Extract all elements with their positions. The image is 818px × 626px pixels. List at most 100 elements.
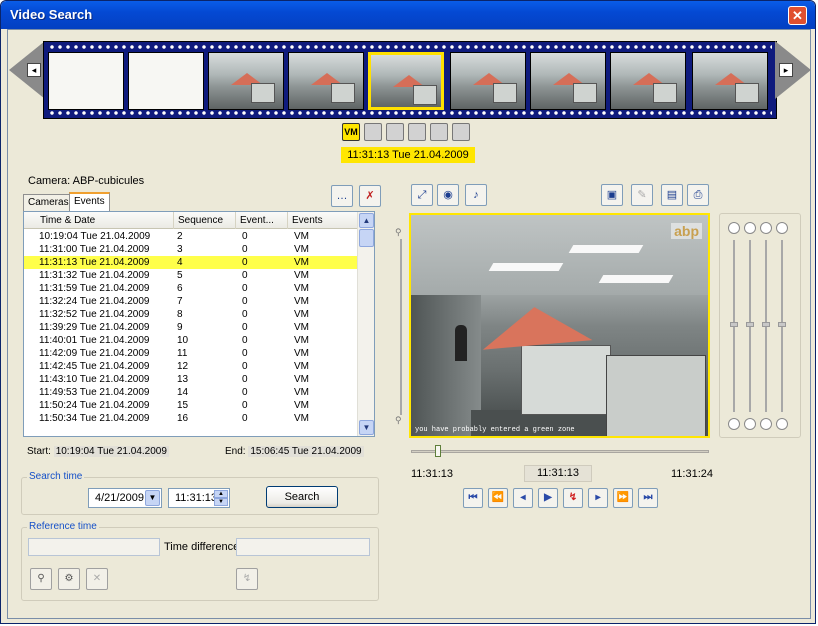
hue-reset-icon[interactable] bbox=[776, 418, 788, 430]
frame-thumbnail[interactable] bbox=[450, 52, 526, 110]
reference-time-legend: Reference time bbox=[27, 521, 99, 532]
column-event[interactable]: Event... bbox=[236, 212, 288, 229]
table-row[interactable]: 11:31:59 Tue 21.04.2009 6 0 VM bbox=[24, 282, 358, 295]
close-icon[interactable]: ✕ bbox=[788, 6, 807, 25]
save-icon[interactable]: ▤ bbox=[661, 184, 683, 206]
frame-thumbnail-selected[interactable] bbox=[368, 52, 444, 110]
timeline-thumb[interactable] bbox=[435, 445, 441, 457]
spin-up-icon[interactable]: ▲ bbox=[214, 490, 228, 498]
fast-rewind-icon[interactable]: ⏪ bbox=[488, 488, 508, 508]
table-row[interactable]: 11:50:34 Tue 21.04.2009 16 0 VM bbox=[24, 412, 358, 425]
table-row[interactable]: 11:43:10 Tue 21.04.2009 13 0 VM bbox=[24, 373, 358, 386]
brightness-reset-icon[interactable] bbox=[728, 418, 740, 430]
record-icon[interactable]: ↯ bbox=[563, 488, 583, 508]
prev-frame-button[interactable]: ◂ bbox=[9, 41, 45, 99]
fullscreen-icon[interactable]: ⤢ bbox=[411, 184, 433, 206]
time-spinner[interactable]: 11:31:13 ▲ ▼ bbox=[168, 488, 230, 508]
table-cell: VM bbox=[294, 361, 309, 372]
frame-thumbnail[interactable] bbox=[128, 52, 204, 110]
next-frame-button[interactable]: ▸ bbox=[775, 41, 811, 99]
step-back-icon[interactable]: ◂ bbox=[513, 488, 533, 508]
spin-down-icon[interactable]: ▼ bbox=[214, 498, 228, 506]
table-cell: 0 bbox=[242, 257, 248, 268]
last-frame-icon[interactable]: ⏭ bbox=[638, 488, 658, 508]
time-difference-field[interactable] bbox=[236, 538, 370, 556]
edit-icon[interactable]: ✎ bbox=[631, 184, 653, 206]
saturation-thumb[interactable] bbox=[762, 322, 770, 327]
channel-slot[interactable] bbox=[386, 123, 404, 141]
scroll-thumb[interactable] bbox=[359, 229, 374, 247]
play-icon[interactable]: ▶ bbox=[538, 488, 558, 508]
table-row[interactable]: 11:50:24 Tue 21.04.2009 15 0 VM bbox=[24, 399, 358, 412]
end-value: 15:06:45 Tue 21.04.2009 bbox=[248, 446, 364, 457]
tab-events[interactable]: Events bbox=[69, 192, 110, 212]
scroll-up-icon[interactable]: ▲ bbox=[359, 213, 374, 228]
channel-slot[interactable] bbox=[452, 123, 470, 141]
table-row[interactable]: 11:40:01 Tue 21.04.2009 10 0 VM bbox=[24, 334, 358, 347]
zoom-icon[interactable]: ◉ bbox=[437, 184, 459, 206]
contrast-reset-icon[interactable] bbox=[744, 418, 756, 430]
table-row[interactable]: 11:42:09 Tue 21.04.2009 11 0 VM bbox=[24, 347, 358, 360]
channel-slot[interactable] bbox=[408, 123, 426, 141]
zoom-slider[interactable]: ⚲ ⚲ bbox=[395, 227, 407, 427]
search-button[interactable]: Search bbox=[266, 486, 338, 508]
set-reference-icon[interactable]: ⚲ bbox=[30, 568, 52, 590]
table-row[interactable]: 11:31:32 Tue 21.04.2009 5 0 VM bbox=[24, 269, 358, 282]
channel-slot[interactable] bbox=[364, 123, 382, 141]
clear-reference-icon[interactable]: ✕ bbox=[86, 568, 108, 590]
more-button[interactable]: … bbox=[331, 185, 353, 207]
frame-thumbnail[interactable] bbox=[48, 52, 124, 110]
first-frame-icon[interactable]: ⏮ bbox=[463, 488, 483, 508]
table-row-selected[interactable]: 11:31:13 Tue 21.04.2009 4 0 VM bbox=[24, 256, 358, 269]
timeline-slider[interactable] bbox=[411, 445, 709, 457]
channel-slot[interactable] bbox=[430, 123, 448, 141]
table-row[interactable]: 11:39:29 Tue 21.04.2009 9 0 VM bbox=[24, 321, 358, 334]
frame-thumbnail[interactable] bbox=[610, 52, 686, 110]
frame-thumbnail[interactable] bbox=[692, 52, 768, 110]
frame-thumbnail[interactable] bbox=[208, 52, 284, 110]
print-icon[interactable]: ⎙ bbox=[687, 184, 709, 206]
brightness-thumb[interactable] bbox=[730, 322, 738, 327]
frame-thumbnail[interactable] bbox=[530, 52, 606, 110]
channel-vm[interactable]: VM bbox=[342, 123, 360, 141]
table-row[interactable]: 11:32:24 Tue 21.04.2009 7 0 VM bbox=[24, 295, 358, 308]
table-cell: 11:31:00 Tue 21.04.2009 bbox=[39, 244, 150, 255]
column-events[interactable]: Events bbox=[288, 212, 358, 229]
reference-time-field[interactable] bbox=[28, 538, 160, 556]
table-row[interactable]: 11:49:53 Tue 21.04.2009 14 0 VM bbox=[24, 386, 358, 399]
zoom-in-icon: ⚲ bbox=[395, 227, 402, 237]
frame-thumbnail[interactable] bbox=[288, 52, 364, 110]
table-cell: 0 bbox=[242, 270, 248, 281]
settings-icon[interactable]: ⚙ bbox=[58, 568, 80, 590]
chevron-down-icon[interactable]: ▼ bbox=[145, 490, 160, 506]
table-cell: 11:42:09 Tue 21.04.2009 bbox=[39, 348, 150, 359]
clear-filter-icon[interactable]: ✗ bbox=[359, 185, 381, 207]
tab-cameras[interactable]: Cameras bbox=[23, 194, 74, 212]
events-scrollbar[interactable]: ▲ ▼ bbox=[357, 212, 374, 436]
speaker-icon[interactable]: ♪ bbox=[465, 184, 487, 206]
spinner-buttons[interactable]: ▲ ▼ bbox=[214, 490, 228, 506]
table-row[interactable]: 11:42:45 Tue 21.04.2009 12 0 VM bbox=[24, 360, 358, 373]
go-to-reference-icon[interactable]: ↯ bbox=[236, 568, 258, 590]
fast-forward-icon[interactable]: ⏩ bbox=[613, 488, 633, 508]
image-adjust-panel bbox=[719, 213, 801, 438]
step-forward-icon[interactable]: ▸ bbox=[588, 488, 608, 508]
time-value: 11:31:13 bbox=[175, 492, 218, 504]
events-list[interactable]: Time & Date Sequence Event... Events 10:… bbox=[23, 211, 375, 437]
contrast-thumb[interactable] bbox=[746, 322, 754, 327]
table-row[interactable]: 11:32:52 Tue 21.04.2009 8 0 VM bbox=[24, 308, 358, 321]
table-cell: VM bbox=[294, 348, 309, 359]
column-time-date[interactable]: Time & Date bbox=[36, 212, 174, 229]
snapshot-icon[interactable]: ▣ bbox=[601, 184, 623, 206]
saturation-reset-icon[interactable] bbox=[760, 418, 772, 430]
table-cell: VM bbox=[294, 387, 309, 398]
table-row[interactable]: 11:31:00 Tue 21.04.2009 3 0 VM bbox=[24, 243, 358, 256]
column-sequence[interactable]: Sequence bbox=[174, 212, 236, 229]
title-bar[interactable]: Video Search ✕ bbox=[1, 1, 815, 29]
brightness-icon bbox=[728, 222, 740, 234]
table-row[interactable]: 10:19:04 Tue 21.04.2009 2 0 VM bbox=[24, 230, 358, 243]
video-view[interactable]: abp you have probably entered a green zo… bbox=[409, 213, 710, 438]
hue-thumb[interactable] bbox=[778, 322, 786, 327]
date-picker[interactable]: 4/21/2009 ▼ bbox=[88, 488, 162, 508]
scroll-down-icon[interactable]: ▼ bbox=[359, 420, 374, 435]
